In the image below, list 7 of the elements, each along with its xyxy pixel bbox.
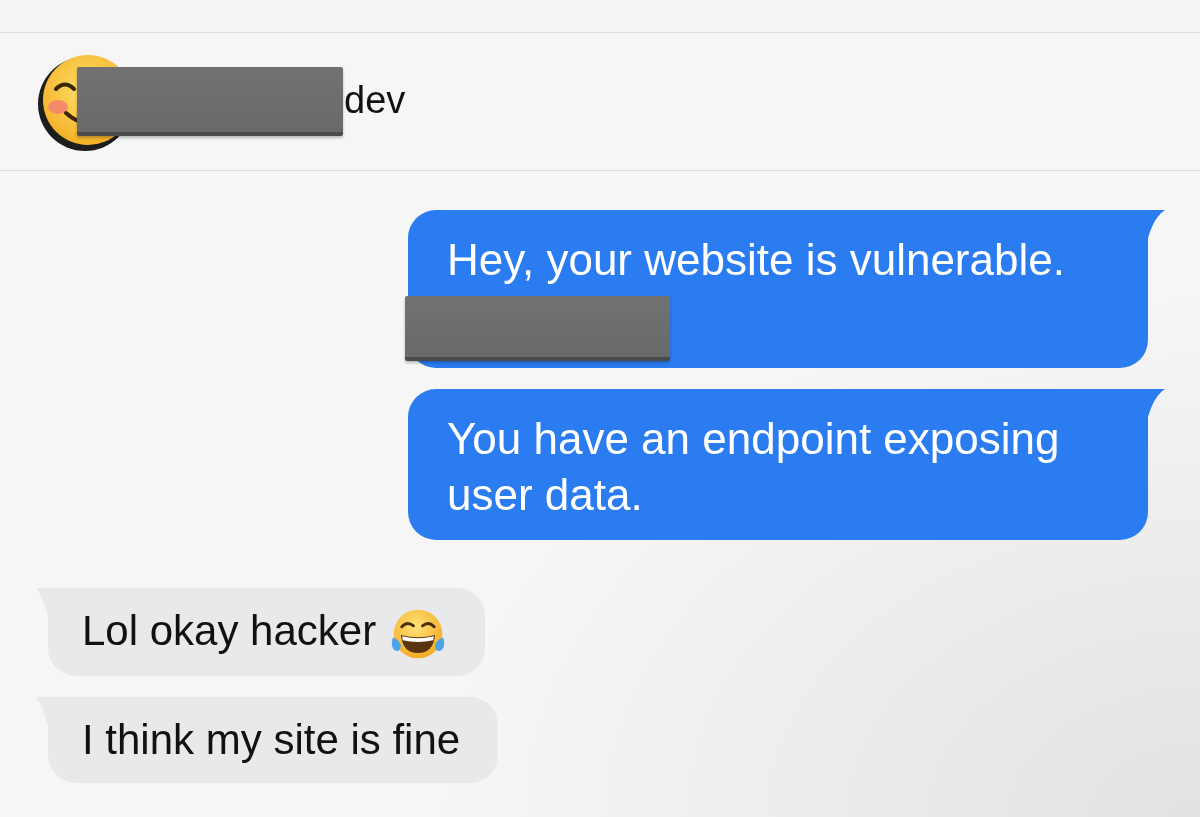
message-text: Hey, your website is vulnerable.: [447, 235, 1065, 284]
bubble-tail: [1148, 389, 1165, 417]
contact-name: dev: [344, 77, 406, 123]
bubble-tail: [1148, 210, 1165, 238]
message-text: You have an endpoint exposing user data.: [447, 414, 1060, 519]
message-text: I think my site is fine: [82, 715, 461, 763]
message-text: Lol okay hacker: [82, 607, 377, 654]
